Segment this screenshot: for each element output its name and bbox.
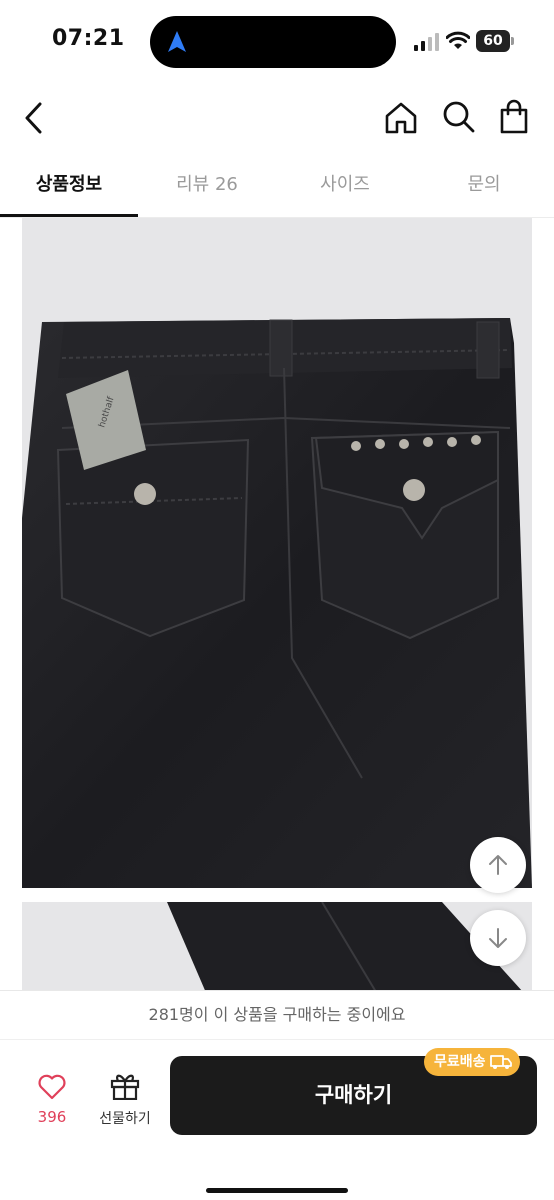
jeans-leg-illustration: [167, 902, 532, 1002]
gift-button[interactable]: 선물하기: [90, 1070, 160, 1130]
bottom-action-bar: 396 선물하기 구매하기 무료배송: [0, 1040, 554, 1200]
cellular-signal-icon: [414, 33, 439, 51]
scroll-to-bottom-button[interactable]: [470, 910, 526, 966]
tab-reviews[interactable]: 리뷰 26: [138, 152, 276, 218]
arrow-up-icon: [489, 855, 507, 875]
wifi-icon: [446, 31, 470, 49]
gift-icon: [110, 1074, 140, 1100]
battery-icon: 60: [476, 30, 514, 52]
gift-label: 선물하기: [99, 1111, 151, 1127]
like-button[interactable]: 396: [22, 1070, 82, 1130]
jeans-back-illustration: hothalf: [22, 318, 532, 888]
navigation-arrow-icon: [168, 31, 186, 52]
free-shipping-label: 무료배송: [434, 1054, 486, 1070]
product-image: hothalf: [22, 218, 532, 888]
product-image-secondary: [22, 902, 532, 1002]
tab-product-info[interactable]: 상품정보: [0, 152, 138, 218]
status-bar: 07:21 60: [0, 0, 554, 84]
battery-level: 60: [483, 33, 503, 49]
like-count: 396: [37, 1108, 67, 1126]
scroll-to-top-button[interactable]: [470, 837, 526, 893]
tab-size[interactable]: 사이즈: [276, 152, 414, 218]
status-time: 07:21: [52, 26, 125, 51]
tab-inquiry[interactable]: 문의: [414, 152, 554, 218]
home-icon[interactable]: [384, 101, 418, 135]
shopping-bag-icon[interactable]: [498, 99, 530, 135]
product-tabs: 상품정보 리뷰 26 사이즈 문의: [0, 152, 554, 218]
search-icon[interactable]: [442, 100, 476, 134]
truck-icon: [489, 1055, 512, 1069]
purchase-activity-notice: 281명이 이 상품을 구매하는 중이에요: [0, 990, 554, 1040]
app-header: [0, 84, 554, 152]
heart-icon: [38, 1074, 66, 1100]
free-shipping-badge: 무료배송: [424, 1048, 520, 1076]
arrow-down-icon: [489, 928, 507, 948]
home-indicator: [206, 1188, 348, 1193]
back-icon[interactable]: [20, 100, 48, 136]
